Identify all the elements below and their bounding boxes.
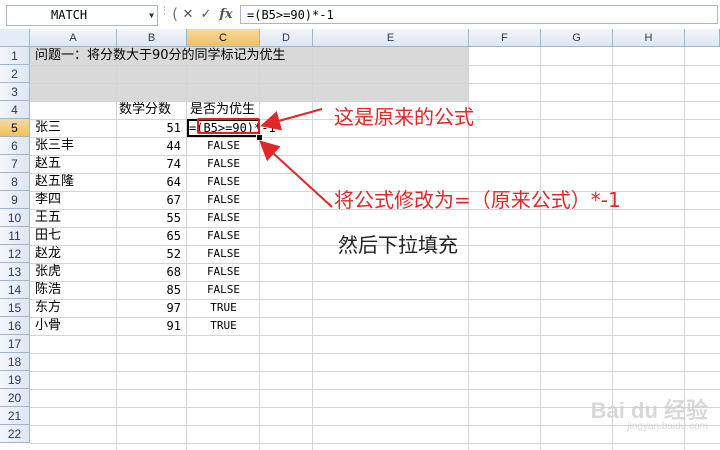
formula-input[interactable]: =(B5>=90)*-1 [240, 5, 718, 24]
annotation-original: 这是原来的公式 [334, 105, 474, 129]
worksheet-grid[interactable]: A B C D E F G H 1 2 3 4 5 6 7 8 9 10 11 … [0, 29, 720, 450]
insert-function-button[interactable]: fx [216, 5, 236, 24]
name-box-value: MATCH [51, 8, 88, 22]
arrow-to-formula-1 [260, 108, 323, 131]
cancel-button[interactable]: ✕ [180, 5, 196, 24]
drag-handle-icon[interactable]: ⋮ [160, 7, 169, 21]
confirm-button[interactable]: ✓ [198, 5, 214, 24]
arrow-to-formula-2 [259, 140, 333, 208]
annotation-fill: 然后下拉填充 [338, 233, 458, 257]
watermark-main: Bai du 经验 [590, 398, 708, 423]
watermark: Bai du 经验 jingyan.baidu.com [591, 393, 708, 432]
name-box[interactable]: MATCH ▼ [6, 5, 158, 26]
chevron-down-icon[interactable]: ▼ [149, 6, 154, 25]
annotation-modify: 将公式修改为=（原来公式）*-1 [334, 188, 621, 212]
formula-bar-area: MATCH ▼ ⋮ ( ✕ ✓ fx =(B5>=90)*-1 [0, 0, 720, 30]
